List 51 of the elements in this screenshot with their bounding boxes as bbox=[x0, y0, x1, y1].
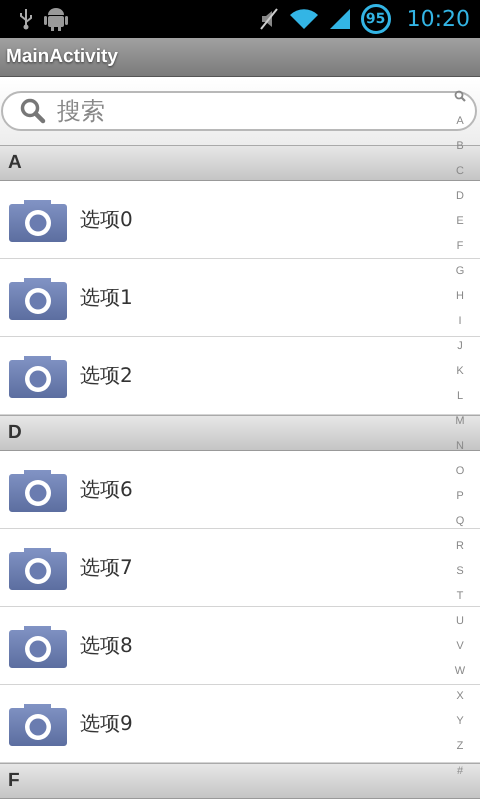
list-item[interactable]: 选项1 bbox=[0, 259, 430, 336]
index-letter[interactable]: I bbox=[458, 309, 462, 334]
index-letter[interactable]: B bbox=[456, 134, 464, 159]
signal-icon bbox=[328, 7, 351, 31]
index-letter[interactable]: W bbox=[454, 659, 466, 684]
index-letter[interactable]: L bbox=[456, 384, 464, 409]
camera-icon bbox=[9, 546, 67, 590]
index-letter[interactable]: K bbox=[456, 359, 464, 384]
mute-icon bbox=[258, 7, 279, 31]
index-letter[interactable]: U bbox=[456, 609, 464, 634]
camera-icon bbox=[9, 354, 67, 398]
index-letter[interactable]: X bbox=[456, 684, 464, 709]
index-letter[interactable]: R bbox=[456, 534, 464, 559]
index-letter[interactable]: G bbox=[456, 259, 464, 284]
camera-icon bbox=[9, 198, 67, 242]
index-letter[interactable]: Z bbox=[456, 734, 464, 759]
index-letter[interactable]: O bbox=[456, 459, 464, 484]
index-letter[interactable]: M bbox=[455, 409, 465, 434]
camera-icon bbox=[9, 276, 67, 320]
index-letter[interactable]: H bbox=[456, 284, 464, 309]
index-letter[interactable]: D bbox=[456, 184, 464, 209]
list-item[interactable]: 选项6 bbox=[0, 451, 430, 528]
app-title: MainActivity bbox=[6, 46, 118, 68]
index-letter[interactable]: T bbox=[456, 584, 464, 609]
usb-icon bbox=[18, 8, 34, 30]
list-item[interactable]: 选项0 bbox=[0, 181, 430, 258]
index-letter[interactable]: V bbox=[456, 634, 464, 659]
battery-indicator: 95 bbox=[360, 4, 391, 34]
index-letter[interactable]: S bbox=[456, 559, 464, 584]
camera-icon bbox=[9, 702, 67, 746]
index-letter[interactable]: E bbox=[456, 209, 464, 234]
android-icon bbox=[44, 6, 68, 32]
camera-icon bbox=[9, 624, 67, 668]
index-letter[interactable]: P bbox=[456, 484, 464, 509]
wifi-icon bbox=[288, 7, 319, 31]
index-letter[interactable]: Y bbox=[456, 709, 464, 734]
search-icon[interactable] bbox=[454, 90, 466, 102]
index-letter[interactable]: C bbox=[456, 159, 464, 184]
index-letter[interactable]: A bbox=[456, 109, 464, 134]
index-letter[interactable]: Q bbox=[456, 509, 464, 534]
list-item[interactable]: 选项7 bbox=[0, 529, 430, 606]
list-item[interactable]: 选项9 bbox=[0, 685, 430, 762]
index-letter[interactable]: # bbox=[456, 759, 464, 784]
list-item[interactable]: 选项8 bbox=[0, 607, 430, 684]
index-letter[interactable]: N bbox=[456, 434, 464, 459]
clock: 10:20 bbox=[406, 6, 470, 32]
search-icon bbox=[20, 98, 46, 124]
list-item[interactable]: 选项2 bbox=[0, 337, 430, 414]
index-letter[interactable]: J bbox=[457, 334, 463, 359]
index-letter[interactable]: F bbox=[456, 234, 464, 259]
camera-icon bbox=[9, 468, 67, 512]
